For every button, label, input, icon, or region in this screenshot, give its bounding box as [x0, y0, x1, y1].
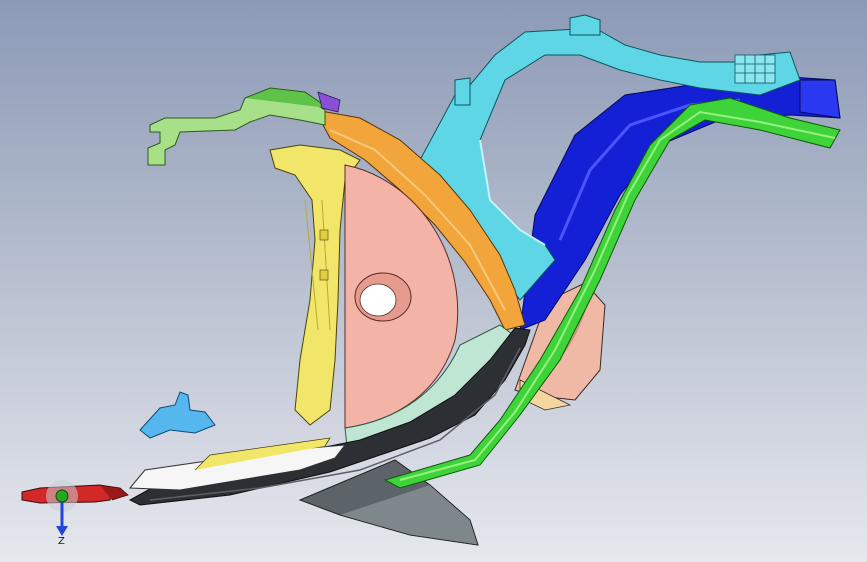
- x-axis-dot: [55, 489, 69, 503]
- z-axis-arrow: [56, 526, 68, 536]
- grid-vent: [734, 54, 776, 84]
- z-axis-label: Z: [58, 536, 65, 547]
- axis-triad[interactable]: Z: [40, 478, 90, 548]
- blue-clip[interactable]: [139, 391, 216, 439]
- 3d-viewport[interactable]: Z: [0, 0, 867, 562]
- cad-model[interactable]: [0, 0, 867, 562]
